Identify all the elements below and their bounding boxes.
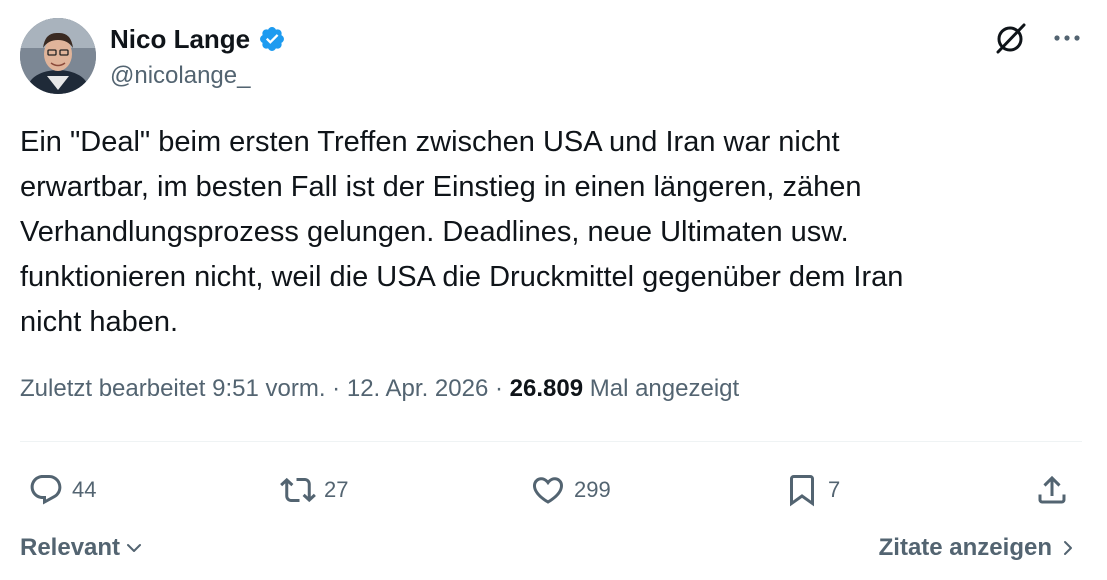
author-names: Nico Lange @nicolange_ — [110, 20, 286, 90]
reply-count: 44 — [72, 477, 97, 502]
reply-footer: Relevant Zitate anzeigen — [20, 530, 1082, 570]
edited-label[interactable]: Zuletzt bearbeitet — [20, 375, 205, 402]
chevron-right-icon — [1064, 541, 1072, 555]
user-handle[interactable]: @nicolange_ — [110, 62, 286, 90]
bookmark-count: 7 — [828, 477, 841, 502]
tweet-meta: Zuletzt bearbeitet 9:51 vorm. · 12. Apr.… — [20, 375, 1080, 403]
bookmark-button[interactable]: 7 — [784, 465, 840, 515]
repost-count: 27 — [324, 477, 349, 502]
tweet-text-line: erwartbar, im besten Fall ist der Einsti… — [20, 171, 862, 203]
reply-icon — [30, 475, 62, 505]
tweet-text-line: funktionieren nicht, weil die USA die Dr… — [20, 261, 904, 293]
grok-icon[interactable] — [993, 20, 1029, 56]
views-label: Mal angezeigt — [589, 375, 740, 402]
like-button[interactable]: 299 — [530, 465, 611, 515]
reply-button[interactable]: 44 — [28, 465, 96, 515]
more-options-icon[interactable] — [1049, 20, 1085, 56]
user-avatar-image — [20, 18, 96, 94]
sort-dropdown[interactable]: Relevant — [20, 534, 144, 562]
meta-separator: · — [494, 375, 503, 402]
verified-badge-icon[interactable] — [258, 25, 286, 53]
top-actions — [993, 20, 1085, 56]
quotes-label: Zitate anzeigen — [878, 534, 1052, 561]
heart-icon — [532, 477, 564, 504]
like-count: 299 — [574, 477, 611, 502]
tweet-date[interactable]: 12. Apr. 2026 — [347, 375, 488, 402]
chevron-down-icon — [127, 544, 142, 552]
tweet-detail: Nico Lange @nicolange_ Ein "Deal" beim e… — [0, 0, 1107, 580]
avatar[interactable] — [20, 18, 96, 94]
share-button[interactable] — [1034, 465, 1070, 515]
view-quotes-link[interactable]: Zitate anzeigen — [879, 534, 1076, 562]
views-count: 26.809 — [509, 375, 584, 402]
tweet-text: Ein "Deal" beim ersten Treffen zwischen … — [20, 120, 1080, 345]
tweet-time[interactable]: 9:51 vorm. — [212, 375, 325, 402]
divider — [20, 441, 1082, 442]
meta-separator: · — [332, 375, 341, 402]
repost-button[interactable]: 27 — [280, 465, 348, 515]
display-name[interactable]: Nico Lange — [110, 24, 250, 55]
tweet-text-line: Verhandlungsprozess gelungen. Deadlines,… — [20, 216, 849, 248]
action-bar: 44 27 299 7 — [20, 465, 1082, 515]
tweet-header: Nico Lange @nicolange_ — [20, 18, 1085, 98]
tweet-text-line: nicht haben. — [20, 306, 179, 338]
tweet-text-line: Ein "Deal" beim ersten Treffen zwischen … — [20, 126, 840, 158]
share-icon — [1038, 475, 1066, 504]
name-row: Nico Lange — [110, 20, 286, 58]
sort-label: Relevant — [20, 534, 121, 561]
repost-icon — [280, 477, 316, 503]
bookmark-icon — [790, 475, 814, 507]
